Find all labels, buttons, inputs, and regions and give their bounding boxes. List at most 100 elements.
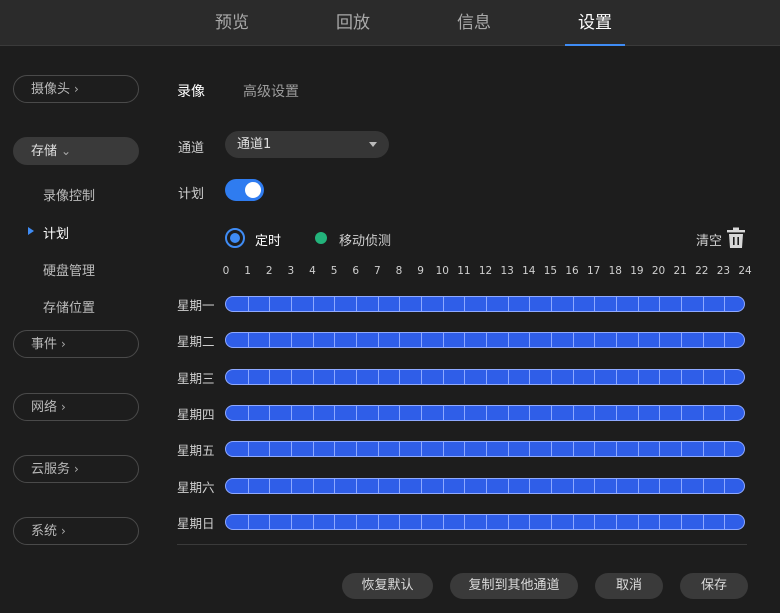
hour-divider <box>356 442 357 457</box>
sidebar-subitem-disk-management[interactable]: 硬盘管理 <box>43 260 95 279</box>
sidebar-item-label: 云服务 <box>31 462 71 477</box>
hour-divider <box>507 442 509 457</box>
hour-divider <box>269 442 271 457</box>
hour-divider <box>659 405 661 420</box>
hour-divider <box>637 333 639 348</box>
hour-divider <box>637 514 639 529</box>
hour-divider <box>702 478 704 493</box>
hour-tick-label: 8 <box>395 265 403 277</box>
restore-default-button[interactable]: 恢复默认 <box>342 573 433 599</box>
hour-divider <box>594 297 596 311</box>
schedule-bar[interactable] <box>225 441 745 458</box>
mode-timed-label: 定时 <box>255 234 282 249</box>
hour-tick-label: 3 <box>287 265 295 277</box>
hour-divider <box>724 297 726 311</box>
sidebar-item-system[interactable]: 系统 › <box>13 517 139 545</box>
day-label: 星期一 <box>177 298 215 313</box>
hour-divider <box>464 405 466 420</box>
radio-dot <box>230 233 240 243</box>
mode-timed-radio[interactable] <box>225 228 245 248</box>
hour-divider <box>507 333 509 348</box>
sidebar-subitem-record-control[interactable]: 录像控制 <box>43 185 95 204</box>
hour-divider <box>594 333 596 348</box>
hour-divider <box>681 405 682 420</box>
hour-divider <box>421 478 422 493</box>
hour-tick-label: 15 <box>543 265 558 277</box>
hour-divider <box>442 442 444 457</box>
hour-divider <box>659 333 661 348</box>
hour-divider <box>399 297 401 311</box>
schedule-bar[interactable] <box>225 296 745 312</box>
hour-divider <box>399 405 401 420</box>
trash-icon <box>727 227 745 248</box>
hour-divider <box>464 442 466 457</box>
sidebar-item-storage[interactable]: 存储 ⌄ <box>13 137 139 165</box>
hour-divider <box>529 405 531 420</box>
hour-divider <box>637 405 639 420</box>
hour-tick-label: 4 <box>309 265 316 277</box>
day-label: 星期四 <box>177 406 215 422</box>
hour-tick-label: 19 <box>630 265 644 277</box>
sidebar-subitem-schedule[interactable]: 计划 <box>43 223 69 242</box>
cancel-button[interactable]: 取消 <box>595 573 663 599</box>
sidebar-subitem-storage-location[interactable]: 存储位置 <box>43 297 95 316</box>
hour-divider <box>442 369 444 384</box>
hour-divider <box>681 442 682 457</box>
hour-divider <box>464 369 466 384</box>
hour-divider <box>399 442 401 457</box>
hour-divider <box>399 514 401 529</box>
channel-select[interactable]: 通道1 <box>225 131 389 158</box>
schedule-bar[interactable] <box>225 332 745 349</box>
hour-divider <box>486 333 487 348</box>
sidebar-item-network[interactable]: 网络 › <box>13 393 139 421</box>
tab-settings[interactable]: 设置 <box>560 0 630 46</box>
hour-divider <box>377 405 379 420</box>
tab-playback[interactable]: 回放 <box>318 0 388 46</box>
hour-divider <box>377 297 379 311</box>
sidebar-item-events[interactable]: 事件 › <box>13 330 139 358</box>
sidebar-item-camera[interactable]: 摄像头 › <box>13 75 139 103</box>
hour-divider <box>486 442 487 457</box>
mode-motion-dot[interactable] <box>315 232 327 244</box>
hour-divider <box>659 442 661 457</box>
hour-divider <box>486 297 487 311</box>
hour-divider <box>421 442 422 457</box>
schedule-bar[interactable] <box>225 368 745 385</box>
clear-button[interactable]: 清空 <box>696 227 748 249</box>
hour-divider <box>681 333 682 348</box>
hour-divider <box>442 405 444 420</box>
subtab-advanced[interactable]: 高级设置 <box>243 81 299 101</box>
hour-divider <box>356 514 357 529</box>
hour-divider <box>247 333 249 348</box>
hour-divider <box>247 297 249 311</box>
copy-to-channels-button[interactable]: 复制到其他通道 <box>450 573 578 599</box>
hour-divider <box>681 514 682 529</box>
sidebar-item-cloud[interactable]: 云服务 › <box>13 455 139 483</box>
hour-divider <box>291 405 292 420</box>
hour-divider <box>594 405 596 420</box>
tab-info[interactable]: 信息 <box>439 0 509 46</box>
hour-tick-label: 9 <box>417 265 424 277</box>
schedule-bar[interactable] <box>225 513 745 530</box>
day-label: 星期六 <box>177 479 215 495</box>
hour-divider <box>334 297 336 311</box>
schedule-bar[interactable] <box>225 404 745 421</box>
hour-divider <box>486 478 487 493</box>
tab-preview[interactable]: 预览 <box>197 0 267 46</box>
hour-divider <box>572 297 574 311</box>
schedule-bar[interactable] <box>225 477 745 494</box>
hour-divider <box>399 478 401 493</box>
hour-divider <box>421 514 422 529</box>
hour-divider <box>551 297 552 311</box>
subtab-record[interactable]: 录像 <box>177 81 205 101</box>
hour-divider <box>724 369 726 384</box>
hour-divider <box>616 297 617 311</box>
hour-divider <box>356 405 357 420</box>
hour-divider <box>334 514 336 529</box>
hour-divider <box>312 333 314 348</box>
hour-divider <box>421 333 422 348</box>
hour-tick-label: 1 <box>244 265 251 277</box>
schedule-toggle[interactable] <box>225 179 264 201</box>
hour-divider <box>637 478 639 493</box>
save-button[interactable]: 保存 <box>680 573 748 599</box>
